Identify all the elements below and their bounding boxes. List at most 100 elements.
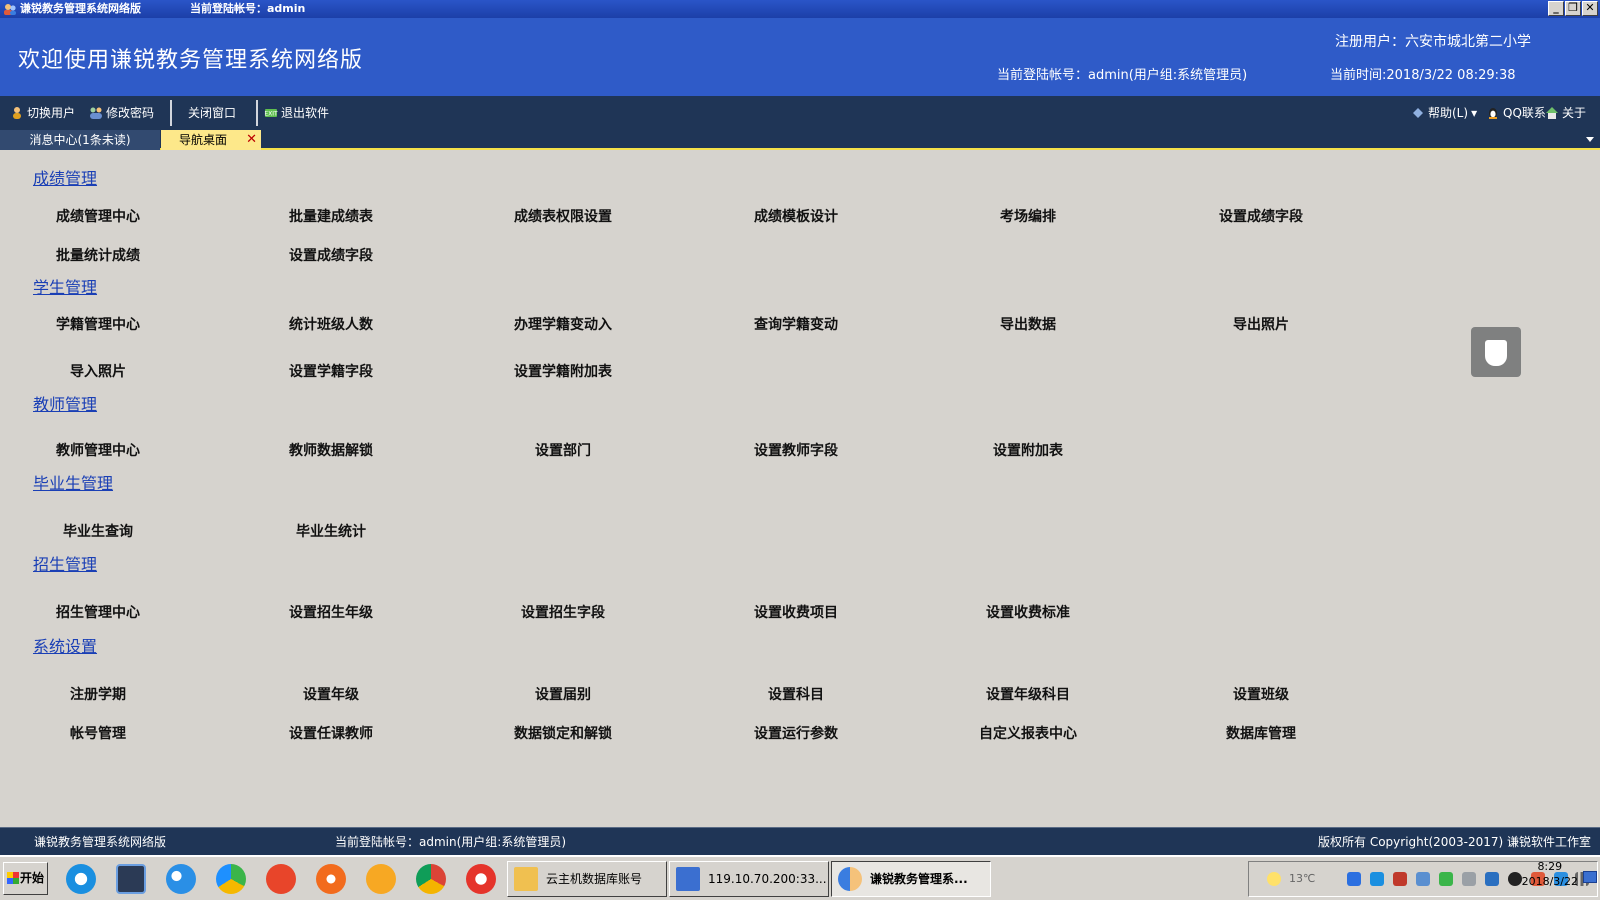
baidu-netdisk-icon[interactable] bbox=[166, 864, 196, 894]
section-grades-link[interactable]: 成绩管理 bbox=[33, 165, 97, 189]
close-tab-icon[interactable]: ✕ bbox=[246, 130, 257, 150]
volume-icon[interactable] bbox=[1462, 872, 1476, 886]
close-window-tool-button[interactable]: 关闭窗口 bbox=[188, 105, 236, 121]
close-window-label: 关闭窗口 bbox=[188, 106, 237, 120]
fn-set-attachment-table[interactable]: 设置附加表 bbox=[963, 440, 1093, 460]
tray-app-icon[interactable] bbox=[1347, 872, 1361, 886]
fn-record-change-in[interactable]: 办理学籍变动入 bbox=[498, 314, 628, 334]
fn-batch-grade-statistics[interactable]: 批量统计成绩 bbox=[33, 245, 163, 265]
fn-graduate-query[interactable]: 毕业生查询 bbox=[33, 521, 163, 541]
tab-message-center[interactable]: 消息中心(1条未读) bbox=[0, 130, 160, 150]
fn-set-grade-fields[interactable]: 设置成绩字段 bbox=[1196, 206, 1326, 226]
tray-audio-icon[interactable] bbox=[1393, 872, 1407, 886]
switch-user-button[interactable]: 切换用户 bbox=[10, 105, 75, 121]
tray-ie-icon[interactable] bbox=[1370, 872, 1384, 886]
section-teachers-link[interactable]: 教师管理 bbox=[33, 391, 97, 415]
show-desktop-icon[interactable] bbox=[1583, 871, 1597, 883]
fn-set-classes[interactable]: 设置班级 bbox=[1196, 684, 1326, 704]
fn-export-photos[interactable]: 导出照片 bbox=[1196, 314, 1326, 334]
tray-network-icon[interactable] bbox=[1485, 872, 1499, 886]
task-qianrui-app[interactable]: 谦锐教务管理系... bbox=[831, 861, 991, 897]
tray-security-icon[interactable] bbox=[1439, 872, 1453, 886]
fn-query-record-changes[interactable]: 查询学籍变动 bbox=[731, 314, 861, 334]
task-remote-desktop[interactable]: 119.10.70.200:33... bbox=[669, 861, 829, 897]
fn-account-management[interactable]: 帐号管理 bbox=[33, 723, 163, 743]
taskbar: 开始 云主机数据库账号 119.10.70.200:33... 谦锐教务管理系.… bbox=[0, 855, 1600, 900]
fn-set-cohorts[interactable]: 设置届别 bbox=[498, 684, 628, 704]
fn-set-admission-fields[interactable]: 设置招生字段 bbox=[498, 602, 628, 622]
media-player-icon[interactable] bbox=[116, 864, 146, 894]
fn-graduate-statistics[interactable]: 毕业生统计 bbox=[266, 521, 396, 541]
users-key-icon bbox=[90, 107, 102, 119]
task-cloud-db-accounts[interactable]: 云主机数据库账号 bbox=[507, 861, 667, 897]
maximize-button[interactable]: ❐ bbox=[1565, 1, 1581, 16]
fn-set-teaching-teachers[interactable]: 设置任课教师 bbox=[266, 723, 396, 743]
fn-grade-template-design[interactable]: 成绩模板设计 bbox=[731, 206, 861, 226]
fn-set-fee-items[interactable]: 设置收费项目 bbox=[731, 602, 861, 622]
fn-batch-create-grade-table[interactable]: 批量建成绩表 bbox=[266, 206, 396, 226]
minimize-button[interactable]: _ bbox=[1548, 1, 1564, 16]
player-icon[interactable] bbox=[466, 864, 496, 894]
fn-class-count-stats[interactable]: 统计班级人数 bbox=[266, 314, 396, 334]
section-system-link[interactable]: 系统设置 bbox=[33, 633, 97, 657]
floating-scroll-handle[interactable] bbox=[1471, 327, 1521, 377]
ie-browser-icon[interactable] bbox=[66, 864, 96, 894]
exit-button[interactable]: EXIT 退出软件 bbox=[264, 105, 329, 121]
firefox-like-icon[interactable] bbox=[316, 864, 346, 894]
tab-list-chevron-icon[interactable] bbox=[1586, 137, 1594, 142]
close-window-button[interactable]: ✕ bbox=[1582, 1, 1598, 16]
fn-student-records-center[interactable]: 学籍管理中心 bbox=[33, 314, 163, 334]
user-icon bbox=[13, 107, 21, 119]
fn-set-grade-subjects[interactable]: 设置年级科目 bbox=[963, 684, 1093, 704]
fn-database-management[interactable]: 数据库管理 bbox=[1196, 723, 1326, 743]
fn-import-photos[interactable]: 导入照片 bbox=[33, 361, 163, 381]
tab-nav-desktop[interactable]: 导航桌面 ✕ bbox=[161, 130, 261, 150]
fn-grades-center[interactable]: 成绩管理中心 bbox=[33, 206, 163, 226]
fn-data-lock-unlock[interactable]: 数据锁定和解锁 bbox=[498, 723, 628, 743]
fn-register-semester[interactable]: 注册学期 bbox=[33, 684, 163, 704]
qq-contact-button[interactable]: QQ联系 bbox=[1486, 105, 1546, 121]
tray-usb-icon[interactable] bbox=[1416, 872, 1430, 886]
qq-tray-icon[interactable] bbox=[1508, 872, 1522, 886]
tab-strip: 消息中心(1条未读) 导航桌面 ✕ bbox=[0, 130, 1600, 150]
status-account: 当前登陆帐号：admin(用户组:系统管理员) bbox=[335, 835, 567, 849]
fn-set-departments[interactable]: 设置部门 bbox=[498, 440, 628, 460]
fn-set-fee-standards[interactable]: 设置收费标准 bbox=[963, 602, 1093, 622]
help-button[interactable]: 帮助(L) ▾ bbox=[1411, 105, 1477, 121]
system-clock[interactable]: 8:29 2018/3/22 bbox=[1522, 859, 1578, 889]
fn-export-data[interactable]: 导出数据 bbox=[963, 314, 1093, 334]
fn-teacher-data-unlock[interactable]: 教师数据解锁 bbox=[266, 440, 396, 460]
wps-icon[interactable] bbox=[266, 864, 296, 894]
fn-exam-room-arrangement[interactable]: 考场编排 bbox=[963, 206, 1093, 226]
video-player-icon[interactable] bbox=[216, 864, 246, 894]
remote-desktop-icon bbox=[676, 867, 700, 891]
fn-set-teacher-fields[interactable]: 设置教师字段 bbox=[731, 440, 861, 460]
fn-set-run-parameters[interactable]: 设置运行参数 bbox=[731, 723, 861, 743]
fn-set-record-attachments[interactable]: 设置学籍附加表 bbox=[498, 361, 628, 381]
fn-teacher-center[interactable]: 教师管理中心 bbox=[33, 440, 163, 460]
section-students-link[interactable]: 学生管理 bbox=[33, 274, 97, 298]
about-button[interactable]: 关于 bbox=[1545, 105, 1586, 121]
fn-set-subjects[interactable]: 设置科目 bbox=[731, 684, 861, 704]
start-button[interactable]: 开始 bbox=[3, 862, 48, 895]
fn-custom-report-center[interactable]: 自定义报表中心 bbox=[963, 723, 1093, 743]
svg-text:EXIT: EXIT bbox=[264, 111, 278, 118]
change-password-button[interactable]: 修改密码 bbox=[89, 105, 154, 121]
fn-admissions-center[interactable]: 招生管理中心 bbox=[33, 602, 163, 622]
chrome-icon[interactable] bbox=[416, 864, 446, 894]
window-title: 谦锐教务管理系统网络版 bbox=[20, 2, 141, 15]
fn-set-record-fields[interactable]: 设置学籍字段 bbox=[266, 361, 396, 381]
game-icon[interactable] bbox=[366, 864, 396, 894]
section-graduates-link[interactable]: 毕业生管理 bbox=[33, 470, 113, 494]
task-label: 119.10.70.200:33... bbox=[708, 872, 827, 886]
fn-set-grade-fields-2[interactable]: 设置成绩字段 bbox=[266, 245, 396, 265]
section-admissions-link[interactable]: 招生管理 bbox=[33, 551, 97, 575]
window-titlebar[interactable]: 谦锐教务管理系统网络版 当前登陆帐号：admin _ ❐ ✕ bbox=[0, 0, 1600, 18]
tab-nav-desktop-label: 导航桌面 bbox=[179, 133, 228, 147]
status-app-name: 谦锐教务管理系统网络版 bbox=[34, 835, 167, 849]
fn-set-grade-levels[interactable]: 设置年级 bbox=[266, 684, 396, 704]
fn-set-admission-grades[interactable]: 设置招生年级 bbox=[266, 602, 396, 622]
help-dropdown-icon[interactable]: ▾ bbox=[1471, 105, 1477, 121]
fn-grade-table-permissions[interactable]: 成绩表权限设置 bbox=[498, 206, 628, 226]
help-icon bbox=[1413, 108, 1423, 118]
